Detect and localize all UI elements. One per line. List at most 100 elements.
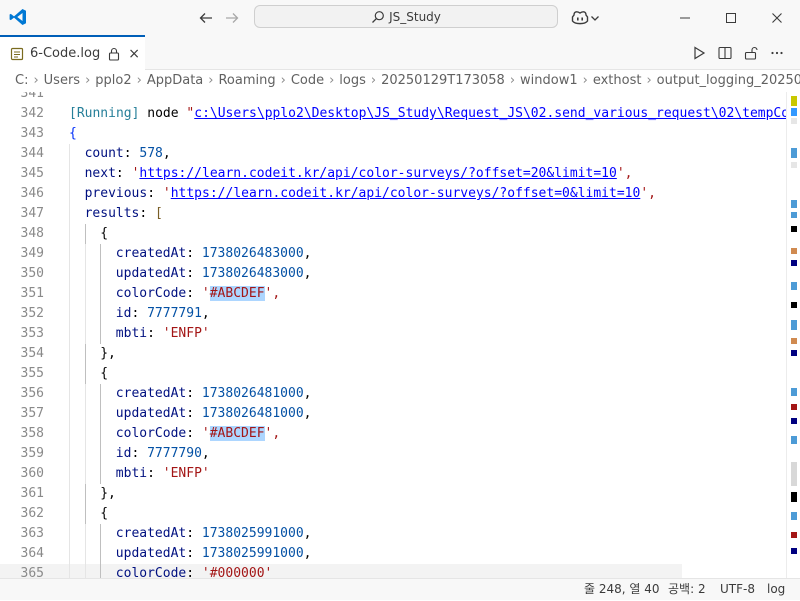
indent-guide — [69, 404, 70, 424]
code-line: 342 [Running] node "c:\Users\pplo2\Deskto… — [0, 104, 786, 124]
close-icon[interactable] — [754, 0, 800, 35]
indent-guide — [69, 444, 70, 464]
breadcrumb-item[interactable]: window1 — [520, 73, 578, 88]
copilot-icon[interactable] — [570, 8, 604, 28]
code-text: colorCode: '#ABCDEF', — [116, 284, 280, 304]
status-indentation[interactable]: 공백: 2 — [668, 579, 706, 601]
quote: ' — [201, 566, 210, 578]
indent-guide — [84, 364, 86, 384]
number-value: 1738026483000 — [201, 266, 304, 281]
number-value: 1738026481000 — [201, 406, 304, 421]
code-text: [Running] node "c:\Users\pplo2\Desktop\J… — [69, 104, 786, 124]
more-icon[interactable] — [767, 44, 787, 62]
code-line: 362 { — [0, 504, 786, 524]
maximize-icon[interactable] — [708, 0, 754, 35]
property-key: results — [84, 206, 140, 221]
colon: : — [115, 166, 132, 181]
indent-guide — [100, 244, 102, 264]
quote: ', — [616, 166, 633, 181]
editor[interactable]: 341 342 [Running] node "c:\Users\pplo2\Des… — [0, 92, 786, 578]
code-line: 354}, — [0, 344, 786, 364]
chevron-down-icon[interactable] — [590, 13, 600, 23]
color-value: #ABCDEF — [209, 426, 265, 441]
file-path-link[interactable]: c:\Users\pplo2\Desktop\JS_Study\Request_… — [194, 106, 786, 121]
brace: { — [69, 126, 77, 141]
overview-ruler[interactable] — [786, 92, 800, 578]
breadcrumb-item[interactable]: AppData — [147, 73, 203, 88]
chevron-right-icon: › — [329, 73, 335, 88]
indent-guide — [69, 564, 70, 578]
breadcrumb: C: › Users › pplo2 › AppData › Roaming › Code › logs… — [0, 70, 800, 92]
line-number: 365 — [20, 566, 44, 578]
tab-6-code-log[interactable]: 6-Code.log × — [0, 35, 145, 70]
breadcrumb-item[interactable]: C: — [15, 73, 28, 88]
colon: : — [123, 146, 140, 161]
colon: : — [131, 446, 148, 461]
tab-close-button[interactable]: × — [128, 46, 140, 62]
code-line: 351 colorCode: '#ABCDEF', — [0, 284, 786, 304]
colon: : — [186, 566, 202, 578]
run-icon[interactable] — [689, 44, 709, 62]
line-number: 359 — [20, 446, 44, 461]
minimize-icon[interactable] — [662, 0, 708, 35]
breadcrumb-item[interactable]: logs — [339, 73, 366, 88]
line-number: 363 — [20, 526, 44, 541]
punctuation: , — [303, 266, 312, 281]
command-center-search[interactable]: JS_Study — [254, 5, 558, 28]
status-cursor-position[interactable]: 줄 248, 열 40 — [584, 579, 660, 601]
breadcrumb-item[interactable]: exthost — [593, 73, 642, 88]
indent-guide — [69, 484, 70, 504]
overview-marker — [791, 108, 797, 116]
status-language[interactable]: log — [767, 579, 785, 601]
line-number: 342 — [20, 106, 44, 121]
line-number: 354 — [20, 346, 44, 361]
code-line: 348 { — [0, 224, 786, 244]
quote: ' — [162, 186, 171, 201]
line-number: 356 — [20, 386, 44, 401]
split-editor-icon[interactable] — [715, 44, 735, 62]
breadcrumb-item[interactable]: pplo2 — [95, 73, 131, 88]
breadcrumb-item[interactable]: 20250129T173058 — [381, 73, 505, 88]
line-number: 364 — [20, 546, 44, 561]
property-key: mbti — [115, 466, 148, 481]
indent-guide — [69, 364, 70, 384]
code-line: 365 colorCode: '#000000' — [0, 564, 786, 578]
property-key: createdAt — [115, 386, 187, 401]
code-line: 355 { — [0, 364, 786, 384]
breadcrumb-item[interactable]: Roaming — [218, 73, 275, 88]
number-value: 7777791 — [147, 306, 202, 321]
overview-marker — [791, 200, 797, 208]
indent-guide — [84, 444, 86, 464]
punctuation: , — [303, 546, 312, 561]
url-link[interactable]: https://learn.codeit.kr/api/color-survey… — [139, 166, 616, 181]
breadcrumb-item[interactable]: Users — [44, 73, 80, 88]
line-number: 348 — [20, 226, 44, 241]
command-center-label: JS_Study — [389, 9, 441, 24]
url-link[interactable]: https://learn.codeit.kr/api/color-survey… — [171, 186, 641, 201]
line-number: 351 — [20, 286, 44, 301]
title-bar: JS_Study — [0, 0, 800, 35]
arrow-right-icon[interactable] — [222, 8, 242, 28]
code-text: { — [100, 224, 108, 244]
overview-marker — [791, 212, 797, 218]
number-value: 7777790 — [147, 446, 202, 461]
indent-guide — [84, 344, 86, 364]
vscode-logo[interactable] — [8, 7, 28, 27]
indent-guide — [100, 264, 102, 284]
punctuation: , — [303, 406, 312, 421]
code-line: 349 createdAt: 1738026483000, — [0, 244, 786, 264]
code-line: 363 createdAt: 1738025991000, — [0, 524, 786, 544]
breadcrumb-item[interactable]: Code — [291, 73, 324, 88]
code-text: updatedAt: 1738026481000, — [116, 404, 312, 424]
overview-marker — [791, 302, 797, 308]
quote: ', — [264, 286, 281, 301]
indent-guide — [84, 464, 86, 484]
property-key: count — [84, 146, 124, 161]
code-text: createdAt: 1738026481000, — [116, 384, 312, 404]
status-encoding[interactable]: UTF-8 — [720, 579, 755, 601]
breadcrumb-item[interactable]: output_logging_20250129T173105 — [657, 73, 800, 88]
unlock-icon[interactable] — [741, 44, 761, 62]
overview-marker — [791, 162, 797, 168]
arrow-left-icon[interactable] — [196, 8, 216, 28]
punctuation: , — [303, 246, 312, 261]
